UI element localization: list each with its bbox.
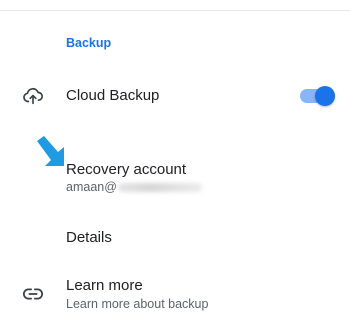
- details-label: Details: [66, 229, 112, 246]
- toggle-thumb: [315, 86, 335, 106]
- recovery-account-email-visible: amaan@: [66, 180, 117, 194]
- section-header-backup: Backup: [66, 36, 112, 50]
- details-row[interactable]: Details: [0, 220, 350, 254]
- top-divider: [0, 10, 350, 11]
- learn-more-label: Learn more: [66, 277, 143, 294]
- recovery-account-row[interactable]: Recovery account amaan@: [0, 156, 350, 200]
- learn-more-subtitle: Learn more about backup: [66, 297, 209, 311]
- learn-more-row[interactable]: Learn more Learn more about backup: [0, 272, 350, 318]
- recovery-account-label: Recovery account: [66, 161, 187, 178]
- recovery-account-email: amaan@: [66, 180, 202, 194]
- cloud-backup-label: Cloud Backup: [66, 87, 160, 104]
- cloud-backup-toggle[interactable]: [298, 84, 336, 108]
- link-icon: [22, 283, 44, 305]
- cloud-backup-row[interactable]: Cloud Backup: [0, 76, 350, 116]
- redacted-email-domain: [117, 183, 202, 193]
- cloud-upload-icon: [22, 85, 44, 107]
